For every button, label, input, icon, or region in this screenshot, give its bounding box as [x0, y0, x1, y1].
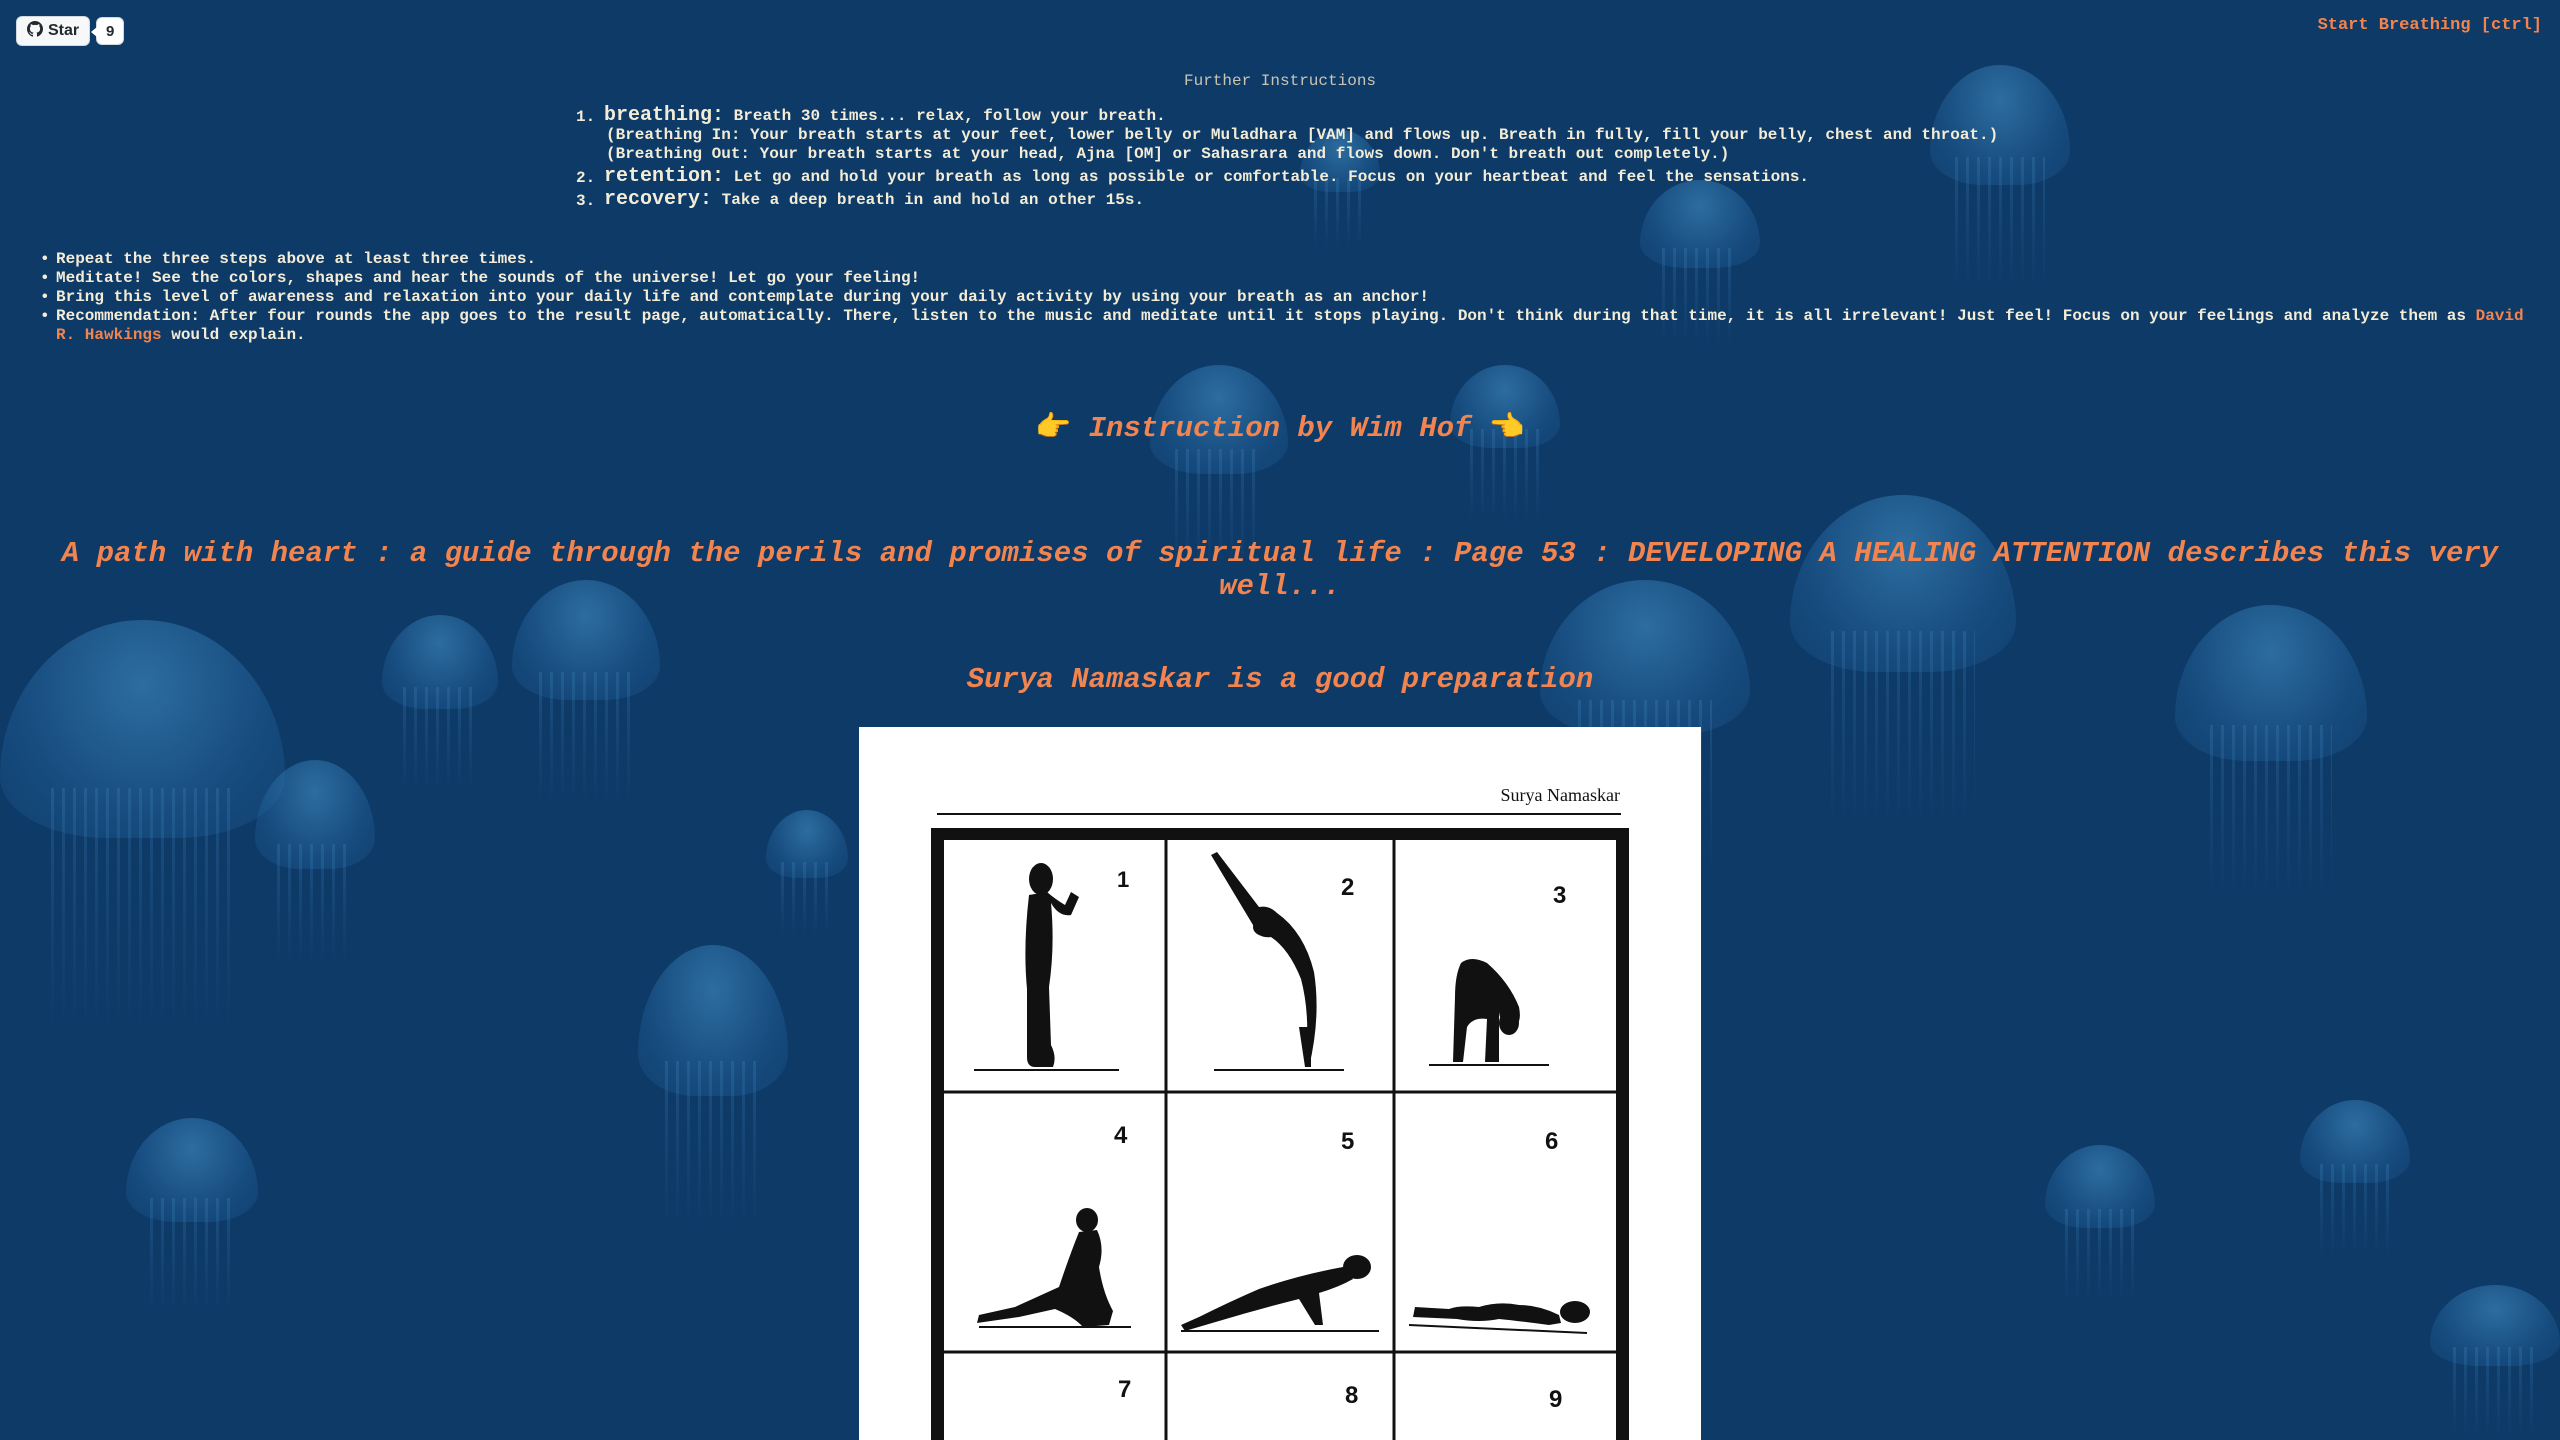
- book-reference-link[interactable]: A path with heart : a guide through the …: [0, 537, 2560, 603]
- jellyfish-decoration: [126, 1118, 258, 1318]
- pose-1-figure: [1025, 863, 1079, 1067]
- github-icon: [27, 20, 43, 42]
- wim-hof-instruction-link[interactable]: 👉 Instruction by Wim Hof 👈: [0, 410, 2560, 445]
- pose-number: 1: [1117, 867, 1129, 892]
- step-number: 1.: [576, 108, 596, 126]
- jellyfish-decoration: [766, 810, 848, 940]
- jellyfish-decoration: [255, 760, 375, 970]
- image-caption: Surya Namaskar: [1501, 785, 1620, 805]
- step-recovery: 3. recovery: Take a deep breath in and h…: [572, 188, 1998, 211]
- pose-number: 8: [1345, 1382, 1358, 1409]
- step-number: 3.: [576, 192, 596, 210]
- pointing-right-hand-icon: 👉: [1035, 412, 1072, 445]
- jellyfish-decoration: [382, 615, 498, 795]
- jellyfish-decoration: [2045, 1145, 2155, 1305]
- breathing-steps-list: 1. breathing: Breath 30 times... relax, …: [572, 106, 1998, 213]
- github-star-count[interactable]: 9: [91, 17, 125, 45]
- surya-namaskar-title: Surya Namaskar is a good preparation: [966, 663, 1594, 696]
- tip-item: Bring this level of awareness and relaxa…: [38, 288, 2528, 307]
- pose-2-figure: [1211, 852, 1317, 1067]
- pose-number: 6: [1545, 1128, 1558, 1155]
- tip-item: Repeat the three steps above at least th…: [38, 250, 2528, 269]
- recommendation-text-end: would explain.: [161, 326, 306, 344]
- pose-4-figure: [977, 1208, 1113, 1327]
- step-breathing: 1. breathing: Breath 30 times... relax, …: [572, 106, 1998, 164]
- tip-recommendation: Recommendation: After four rounds the ap…: [38, 307, 2528, 345]
- jellyfish-decoration: [2175, 605, 2367, 905]
- tips-list: Repeat the three steps above at least th…: [38, 250, 2528, 345]
- github-star-label: Star: [48, 22, 80, 39]
- pose-number: 3: [1553, 882, 1566, 909]
- github-star-button[interactable]: Star: [16, 16, 91, 46]
- jellyfish-decoration: [1450, 365, 1560, 525]
- step-term: recovery:: [604, 188, 713, 211]
- pose-6-figure: [1413, 1301, 1590, 1325]
- jellyfish-decoration: [2430, 1285, 2560, 1440]
- start-breathing-link[interactable]: Start Breathing [ctrl]: [2318, 16, 2542, 35]
- step-term: retention:: [604, 165, 725, 188]
- pose-number: 2: [1341, 874, 1354, 901]
- step-term: breathing:: [604, 104, 725, 127]
- step-sub-breathing-out: (Breathing Out: Your breath starts at yo…: [606, 145, 1730, 163]
- pose-5-figure: [1181, 1255, 1371, 1331]
- step-number: 2.: [576, 169, 596, 187]
- pose-3-figure: [1453, 959, 1520, 1062]
- surya-namaskar-image: Surya Namaskar 1 2 3 4 5 6 7 8 9: [859, 727, 1701, 1440]
- step-retention: 2. retention: Let go and hold your breat…: [572, 165, 1998, 188]
- github-star-widget: Star 9: [16, 16, 125, 46]
- jellyfish-decoration: [638, 945, 788, 1235]
- pointing-left-hand-icon: 👈: [1488, 412, 1525, 445]
- pose-number: 4: [1114, 1122, 1128, 1149]
- pose-number: 9: [1549, 1386, 1562, 1413]
- pose-number: 5: [1341, 1128, 1354, 1155]
- tip-item: Meditate! See the colors, shapes and hea…: [38, 269, 2528, 288]
- wim-hof-label: Instruction by Wim Hof: [1088, 412, 1472, 445]
- step-text: Breath 30 times... relax, follow your br…: [733, 107, 1166, 125]
- step-text: Let go and hold your breath as long as p…: [733, 168, 1810, 186]
- further-instructions-title: Further Instructions: [1183, 72, 1377, 90]
- recommendation-text: Recommendation: After four rounds the ap…: [56, 307, 2476, 325]
- pose-number: 7: [1118, 1376, 1131, 1403]
- step-text: Take a deep breath in and hold an other …: [721, 191, 1145, 209]
- jellyfish-decoration: [2300, 1100, 2410, 1260]
- step-sub-breathing-in: (Breathing In: Your breath starts at you…: [606, 126, 1999, 144]
